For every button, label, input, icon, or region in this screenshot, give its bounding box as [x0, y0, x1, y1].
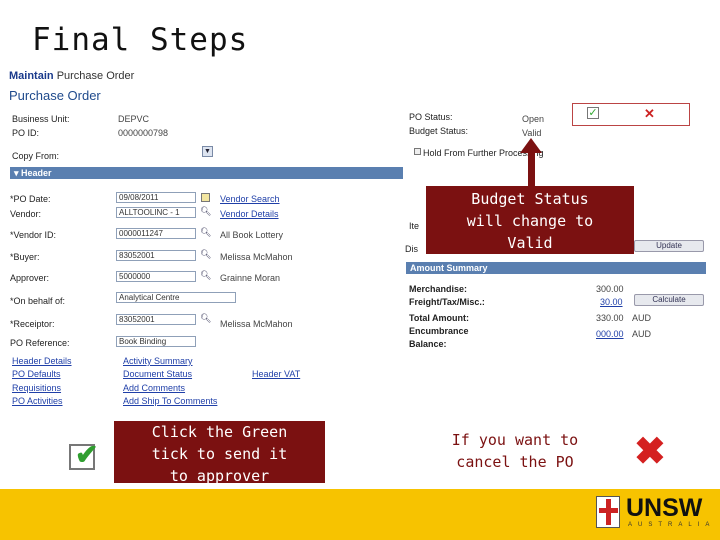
- approver-name: Grainne Moran: [220, 273, 281, 283]
- vendor-lookup-icon[interactable]: 🔍︎: [200, 206, 211, 217]
- business-unit-value: DEPVC: [118, 114, 150, 124]
- po-reference-input[interactable]: Book Binding: [116, 336, 196, 347]
- arrow-shaft: [528, 150, 535, 188]
- budget-status-label: Budget Status:: [409, 126, 469, 136]
- total-amount-currency: AUD: [632, 313, 652, 323]
- green-tick-callout: Click the Green tick to send it to appro…: [114, 421, 325, 485]
- po-status-label: PO Status:: [409, 112, 453, 122]
- buyer-label: *Buyer:: [10, 252, 40, 262]
- calendar-icon[interactable]: [201, 193, 210, 202]
- callout-line: Budget Status: [471, 190, 589, 208]
- business-unit-label: Business Unit:: [12, 114, 70, 124]
- logo-word: UNSW: [626, 494, 703, 522]
- amount-summary-bar: Amount Summary: [406, 262, 706, 274]
- slide-title: Final Steps: [32, 22, 249, 58]
- po-date-input[interactable]: 09/08/2011: [116, 192, 196, 203]
- vendor-id-label: *Vendor ID:: [10, 230, 57, 240]
- approver-input[interactable]: 5000000: [116, 271, 196, 282]
- vendor-id-lookup-icon[interactable]: 🔍︎: [200, 227, 211, 238]
- budget-status-value: Valid: [522, 128, 542, 138]
- po-activities-link[interactable]: PO Activities: [12, 396, 63, 406]
- vendor-id-name: All Book Lottery: [220, 230, 284, 240]
- update-button[interactable]: Update: [634, 240, 704, 252]
- balance-label: Balance:: [409, 339, 447, 349]
- header-section-bar[interactable]: ▾ Header: [10, 167, 403, 179]
- breadcrumb: Maintain Purchase Order: [9, 70, 134, 82]
- callout-line: cancel the PO: [456, 453, 574, 471]
- save-tick-icon[interactable]: ✓: [587, 107, 599, 119]
- po-reference-label: PO Reference:: [10, 338, 70, 348]
- budget-status-callout: Budget Status will change to Valid: [426, 186, 634, 254]
- header-details-link[interactable]: Header Details: [12, 356, 72, 366]
- breadcrumb-purchase-order: Purchase Order: [56, 70, 135, 82]
- vendor-search-link[interactable]: Vendor Search: [220, 194, 280, 204]
- receiptor-name: Melissa McMahon: [220, 319, 293, 329]
- merchandise-label: Merchandise:: [409, 284, 468, 294]
- red-cross-icon[interactable]: ✖: [634, 432, 666, 472]
- callout-line: If you want to: [451, 431, 579, 449]
- unsw-logo: UNSW AUSTRALIA: [596, 494, 709, 536]
- po-date-label: *PO Date:: [10, 194, 51, 204]
- approver-label: Approver:: [10, 273, 50, 283]
- freight-label: Freight/Tax/Misc.:: [409, 297, 485, 307]
- item-label-partial: Ite: [409, 221, 420, 231]
- callout-line: will change to: [466, 212, 594, 230]
- total-amount-value: 330.00: [596, 313, 624, 323]
- add-ship-to-comments-link[interactable]: Add Ship To Comments: [123, 396, 217, 406]
- buyer-name: Melissa McMahon: [220, 252, 293, 262]
- page-title: Purchase Order: [9, 88, 101, 103]
- po-id-label: PO ID:: [12, 128, 40, 138]
- vendor-id-input[interactable]: 0000011247: [116, 228, 196, 239]
- cancel-callout: If you want to cancel the PO: [410, 420, 620, 482]
- action-icons-highlight: ✓ ✕: [572, 103, 690, 126]
- total-amount-label: Total Amount:: [409, 313, 469, 323]
- callout-line: tick to send it: [151, 445, 288, 463]
- on-behalf-label: *On behalf of:: [10, 296, 66, 306]
- callout-line: Click the Green: [151, 423, 288, 441]
- crest-icon: [596, 496, 620, 528]
- encumbrance-label: Encumbrance: [409, 326, 469, 336]
- copy-from-label: Copy From:: [12, 151, 60, 161]
- vendor-input[interactable]: ALLTOOLINC - 1: [116, 207, 196, 218]
- buyer-input[interactable]: 83052001: [116, 250, 196, 261]
- currency-label-partial: Dis: [405, 244, 418, 254]
- vendor-label: Vendor:: [10, 209, 42, 219]
- activity-summary-link[interactable]: Activity Summary: [123, 356, 193, 366]
- vendor-details-link[interactable]: Vendor Details: [220, 209, 279, 219]
- logo-sub: AUSTRALIA: [628, 522, 716, 528]
- copy-from-dropdown[interactable]: ▼: [202, 146, 213, 157]
- receiptor-lookup-icon[interactable]: 🔍︎: [200, 313, 211, 324]
- merchandise-value: 300.00: [596, 284, 624, 294]
- requisitions-link[interactable]: Requisitions: [12, 383, 61, 393]
- po-status-value: Open: [522, 114, 545, 124]
- callout-line: to approver: [169, 467, 270, 485]
- header-vat-link[interactable]: Header VAT: [252, 369, 300, 379]
- encumbrance-currency: AUD: [632, 329, 652, 339]
- approver-lookup-icon[interactable]: 🔍︎: [200, 270, 211, 281]
- receiptor-label: *Receiptor:: [10, 319, 55, 329]
- encumbrance-value[interactable]: 000.00: [596, 329, 624, 339]
- calculate-button[interactable]: Calculate: [634, 294, 704, 306]
- green-tick-icon[interactable]: ✔: [69, 439, 98, 470]
- callout-line: Valid: [507, 234, 553, 252]
- breadcrumb-maintain[interactable]: Maintain: [9, 70, 54, 82]
- hold-checkbox[interactable]: [414, 148, 421, 155]
- receiptor-input[interactable]: 83052001: [116, 314, 196, 325]
- po-defaults-link[interactable]: PO Defaults: [12, 369, 61, 379]
- po-id-value: 0000000798: [118, 128, 169, 138]
- document-status-link[interactable]: Document Status: [123, 369, 192, 379]
- add-comments-link[interactable]: Add Comments: [123, 383, 185, 393]
- freight-value[interactable]: 30.00: [600, 297, 623, 307]
- cancel-x-icon[interactable]: ✕: [644, 106, 655, 122]
- buyer-lookup-icon[interactable]: 🔍︎: [200, 249, 211, 260]
- on-behalf-input[interactable]: Analytical Centre: [116, 292, 236, 303]
